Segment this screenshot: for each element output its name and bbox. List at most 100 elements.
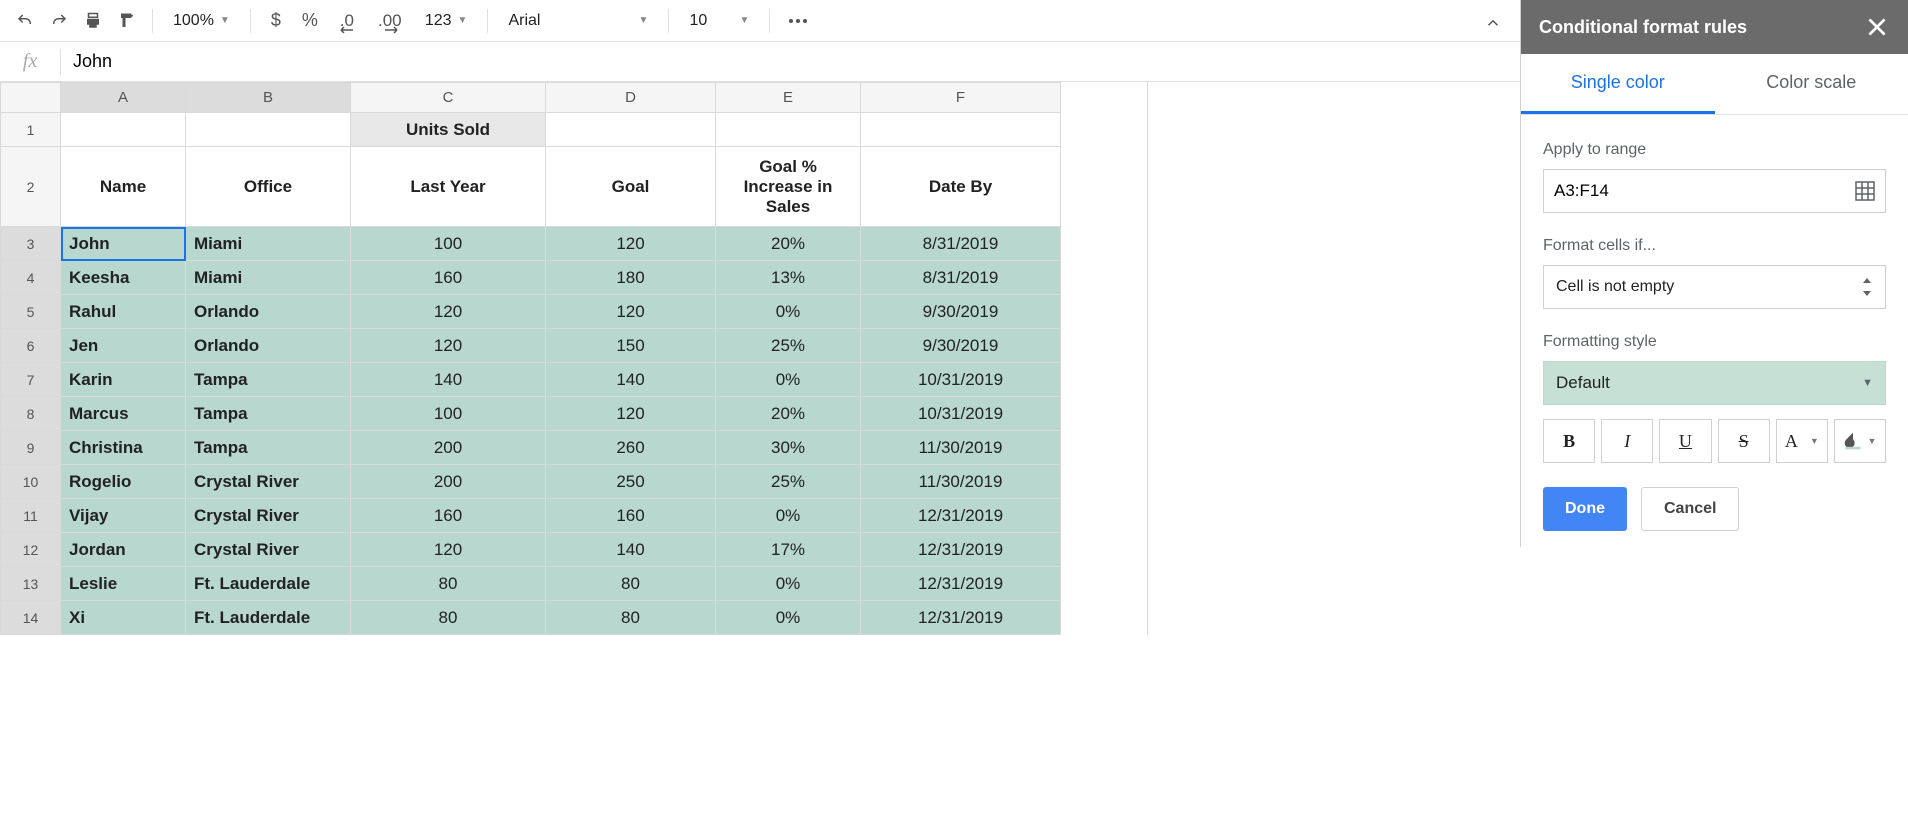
cell[interactable]: 10/31/2019 — [861, 363, 1061, 397]
cell[interactable]: 12/31/2019 — [861, 533, 1061, 567]
select-range-icon[interactable] — [1855, 181, 1875, 201]
cell[interactable] — [546, 113, 716, 147]
cell[interactable]: 180 — [546, 261, 716, 295]
cell[interactable]: 11/30/2019 — [861, 465, 1061, 499]
column-header[interactable]: F — [861, 83, 1061, 113]
currency-format-button[interactable]: $ — [261, 6, 291, 36]
cell[interactable]: 0% — [716, 499, 861, 533]
cell[interactable]: Orlando — [186, 329, 351, 363]
cell[interactable]: 8/31/2019 — [861, 261, 1061, 295]
strikethrough-button[interactable]: S — [1718, 419, 1770, 463]
font-combo[interactable]: Arial ▼ — [498, 6, 658, 36]
bold-button[interactable]: B — [1543, 419, 1595, 463]
cell[interactable]: 150 — [546, 329, 716, 363]
cell[interactable]: 160 — [351, 499, 546, 533]
fill-color-button[interactable]: ▼ — [1834, 419, 1886, 463]
cell[interactable]: Name — [61, 147, 186, 227]
cell[interactable]: 120 — [351, 533, 546, 567]
cell[interactable]: 9/30/2019 — [861, 295, 1061, 329]
row-header[interactable]: 3 — [1, 227, 61, 261]
row-header[interactable]: 6 — [1, 329, 61, 363]
column-header[interactable]: E — [716, 83, 861, 113]
paint-format-button[interactable] — [112, 6, 142, 36]
cell[interactable]: 17% — [716, 533, 861, 567]
cell[interactable]: 100 — [351, 397, 546, 431]
tab-color-scale[interactable]: Color scale — [1715, 54, 1908, 114]
cell[interactable]: 30% — [716, 431, 861, 465]
text-color-button[interactable]: A▼ — [1776, 419, 1828, 463]
cell[interactable]: Keesha — [61, 261, 186, 295]
cell[interactable]: 80 — [351, 601, 546, 635]
cell[interactable]: Orlando — [186, 295, 351, 329]
cell[interactable]: Jen — [61, 329, 186, 363]
row-header[interactable]: 9 — [1, 431, 61, 465]
cell[interactable]: 10/31/2019 — [861, 397, 1061, 431]
row-header[interactable]: 10 — [1, 465, 61, 499]
cell[interactable] — [186, 113, 351, 147]
increase-decimal-button[interactable]: .00 — [369, 6, 411, 36]
cell[interactable]: 12/31/2019 — [861, 567, 1061, 601]
underline-button[interactable]: U — [1659, 419, 1711, 463]
column-header[interactable]: B — [186, 83, 351, 113]
style-preset-select[interactable]: Default ▼ — [1543, 361, 1886, 405]
apply-range-input[interactable] — [1543, 169, 1886, 213]
cell[interactable]: 120 — [546, 227, 716, 261]
cell[interactable]: John — [61, 227, 186, 261]
done-button[interactable]: Done — [1543, 487, 1627, 531]
row-header[interactable]: 14 — [1, 601, 61, 635]
cell[interactable]: Ft. Lauderdale — [186, 601, 351, 635]
cell[interactable]: Leslie — [61, 567, 186, 601]
cell[interactable] — [861, 113, 1061, 147]
cell[interactable]: Tampa — [186, 363, 351, 397]
cell[interactable]: 200 — [351, 465, 546, 499]
row-header[interactable]: 7 — [1, 363, 61, 397]
close-panel-button[interactable] — [1864, 14, 1890, 40]
redo-button[interactable] — [44, 6, 74, 36]
cell[interactable]: Ft. Lauderdale — [186, 567, 351, 601]
collapse-toolbar-button[interactable] — [1478, 8, 1508, 38]
cell[interactable]: 0% — [716, 601, 861, 635]
cell[interactable]: Vijay — [61, 499, 186, 533]
cell[interactable]: 260 — [546, 431, 716, 465]
cell[interactable]: 140 — [546, 363, 716, 397]
row-header[interactable]: 12 — [1, 533, 61, 567]
more-formats-combo[interactable]: 123 ▼ — [415, 6, 478, 36]
cell[interactable]: 80 — [546, 601, 716, 635]
cell[interactable]: 12/31/2019 — [861, 601, 1061, 635]
cell[interactable]: 140 — [351, 363, 546, 397]
cell[interactable]: Christina — [61, 431, 186, 465]
cell[interactable]: 0% — [716, 567, 861, 601]
percent-format-button[interactable]: % — [295, 6, 325, 36]
select-all-corner[interactable] — [1, 83, 61, 113]
cell[interactable]: 25% — [716, 329, 861, 363]
cell[interactable]: 200 — [351, 431, 546, 465]
cell[interactable]: 120 — [546, 397, 716, 431]
cell[interactable]: 20% — [716, 397, 861, 431]
cell[interactable] — [61, 113, 186, 147]
cell[interactable]: Tampa — [186, 431, 351, 465]
cell[interactable]: 20% — [716, 227, 861, 261]
cell[interactable]: Crystal River — [186, 499, 351, 533]
cell[interactable]: Last Year — [351, 147, 546, 227]
cell[interactable]: 11/30/2019 — [861, 431, 1061, 465]
more-toolbar-button[interactable] — [780, 6, 816, 36]
cell[interactable]: Crystal River — [186, 465, 351, 499]
row-header[interactable]: 2 — [1, 147, 61, 227]
cell[interactable]: 25% — [716, 465, 861, 499]
cell[interactable]: 0% — [716, 295, 861, 329]
cell[interactable]: Jordan — [61, 533, 186, 567]
cell[interactable]: 160 — [351, 261, 546, 295]
row-header[interactable]: 1 — [1, 113, 61, 147]
condition-select[interactable]: Cell is not empty — [1543, 265, 1886, 309]
cell[interactable]: 120 — [351, 329, 546, 363]
cell[interactable]: Xi — [61, 601, 186, 635]
column-header[interactable]: A — [61, 83, 186, 113]
cell[interactable]: Crystal River — [186, 533, 351, 567]
spreadsheet-grid[interactable]: ABCDEF1Units Sold2NameOfficeLast YearGoa… — [0, 82, 1061, 635]
cell[interactable]: Karin — [61, 363, 186, 397]
cell[interactable] — [716, 113, 861, 147]
zoom-combo[interactable]: 100% ▼ — [163, 6, 240, 36]
cell[interactable]: 0% — [716, 363, 861, 397]
cell[interactable]: Office — [186, 147, 351, 227]
cell[interactable]: 13% — [716, 261, 861, 295]
